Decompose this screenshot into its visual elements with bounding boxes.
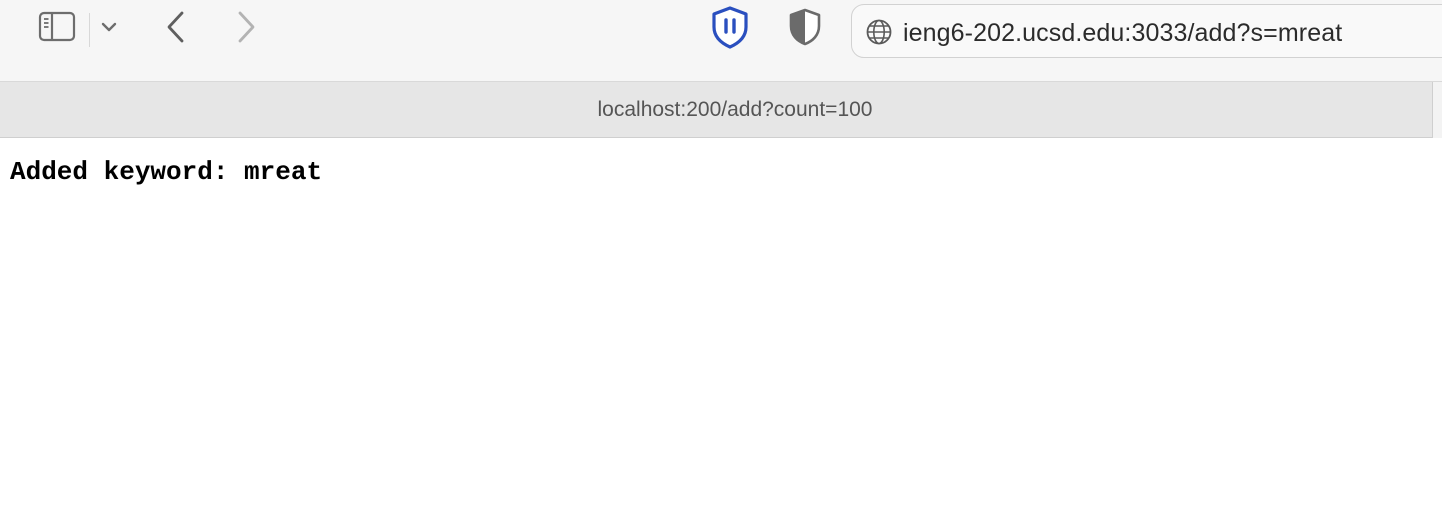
sidebar-icon bbox=[35, 10, 77, 49]
forward-arrow-icon bbox=[234, 9, 258, 50]
page-content: Added keyword: mreat bbox=[0, 139, 1442, 528]
pause-shield-icon bbox=[709, 5, 751, 54]
extension-pause-button[interactable] bbox=[706, 5, 754, 54]
browser-toolbar: ieng6-202.ucsd.edu:3033/add?s=mreat bbox=[0, 0, 1442, 82]
sidebar-toggle-button[interactable] bbox=[30, 10, 82, 48]
page-body-text: Added keyword: mreat bbox=[10, 157, 323, 187]
url-text[interactable]: ieng6-202.ucsd.edu:3033/add?s=mreat bbox=[903, 19, 1342, 48]
address-bar[interactable]: ieng6-202.ucsd.edu:3033/add?s=mreat bbox=[851, 4, 1442, 58]
sidebar-menu-button[interactable] bbox=[96, 14, 122, 44]
extension-privacy-button[interactable] bbox=[782, 8, 828, 50]
half-shield-icon bbox=[787, 7, 823, 52]
globe-icon bbox=[864, 17, 894, 47]
chevron-down-icon bbox=[100, 20, 118, 38]
back-arrow-icon bbox=[164, 9, 188, 50]
tab-bar-edge bbox=[1432, 82, 1442, 138]
tab-title[interactable]: localhost:200/add?count=100 bbox=[0, 98, 1442, 122]
back-button[interactable] bbox=[158, 8, 194, 50]
tab-bar: localhost:200/add?count=100 bbox=[0, 82, 1434, 138]
forward-button[interactable] bbox=[228, 8, 264, 50]
toolbar-divider bbox=[89, 13, 90, 47]
